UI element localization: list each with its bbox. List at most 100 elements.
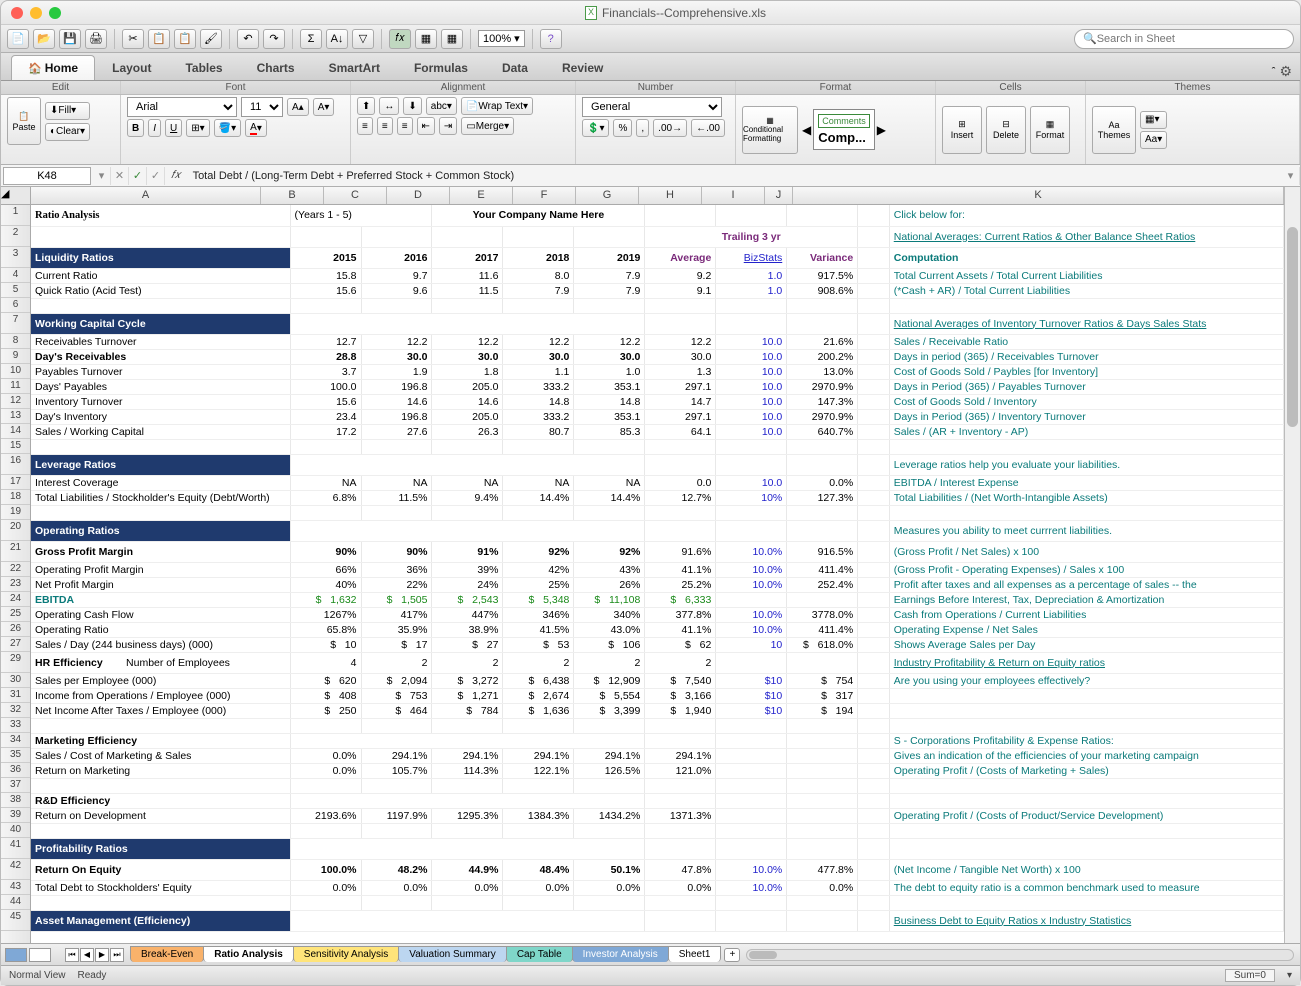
decrease-decimal-button[interactable]: ←.00 (691, 119, 725, 137)
col-header-K[interactable]: K (793, 187, 1284, 204)
conditional-formatting-button[interactable]: ▦Conditional Formatting (742, 106, 798, 154)
percent-button[interactable]: % (613, 119, 632, 137)
accept-formula-button[interactable]: ✓ (129, 167, 147, 185)
next-style-button[interactable]: ▶ (877, 123, 886, 137)
name-box[interactable]: K48 (3, 167, 91, 185)
fx-button[interactable]: 𝑓𝑥 (389, 29, 411, 49)
new-file-button[interactable]: 📄 (7, 29, 29, 49)
prev-sheet-button[interactable]: ◀ (80, 948, 94, 962)
next-sheet-button[interactable]: ▶ (95, 948, 109, 962)
grow-font-button[interactable]: A▴ (287, 98, 309, 116)
prev-style-button[interactable]: ◀ (802, 123, 811, 137)
row-header-25[interactable]: 25 (1, 607, 30, 622)
row-header-31[interactable]: 31 (1, 688, 30, 703)
row-header-2[interactable]: 2 (1, 226, 30, 247)
tab-smartart[interactable]: SmartArt (312, 55, 397, 80)
redo-button[interactable]: ↷ (263, 29, 285, 49)
format-painter-button[interactable]: 🖌 (200, 29, 222, 49)
decrease-indent-button[interactable]: ⇤ (417, 117, 435, 135)
paste-big-button[interactable]: 📋Paste (7, 97, 41, 145)
number-format-select[interactable]: General (582, 97, 722, 117)
orientation-button[interactable]: abc▾ (426, 97, 457, 115)
col-header-G[interactable]: G (576, 187, 639, 204)
tab-data[interactable]: Data (485, 55, 545, 80)
sheet-tab-ratio-analysis[interactable]: Ratio Analysis (203, 946, 294, 962)
help-button[interactable]: ? (540, 29, 562, 49)
row-header-5[interactable]: 5 (1, 283, 30, 298)
tab-review[interactable]: Review (545, 55, 620, 80)
hscroll-thumb[interactable] (749, 951, 777, 959)
row-header-9[interactable]: 9 (1, 349, 30, 364)
search-input[interactable] (1097, 33, 1285, 45)
themes-button[interactable]: AaThemes (1092, 106, 1136, 154)
normal-view-icon[interactable] (5, 948, 27, 962)
align-bottom-button[interactable]: ⬇ (403, 97, 421, 115)
row-header-3[interactable]: 3 (1, 247, 30, 268)
collapse-ribbon-button[interactable]: ˆ (1272, 66, 1276, 78)
row-header-11[interactable]: 11 (1, 379, 30, 394)
status-sum[interactable]: Sum=0 (1225, 969, 1275, 982)
search-box[interactable]: 🔍 (1074, 29, 1294, 49)
row-header-19[interactable]: 19 (1, 505, 30, 520)
paste-button[interactable]: 📋 (174, 29, 196, 49)
style-comments[interactable]: Comments (818, 114, 870, 128)
sheet-tab-break-even[interactable]: Break-Even (130, 946, 204, 962)
col-header-I[interactable]: I (702, 187, 765, 204)
autosum-button[interactable]: Σ (300, 29, 322, 49)
undo-button[interactable]: ↶ (237, 29, 259, 49)
row-header-8[interactable]: 8 (1, 334, 30, 349)
delete-cells-button[interactable]: ⊟Delete (986, 106, 1026, 154)
row-header-17[interactable]: 17 (1, 475, 30, 490)
tab-formulas[interactable]: Formulas (397, 55, 485, 80)
font-name-select[interactable]: Arial (127, 97, 237, 117)
print-button[interactable]: 🖨 (85, 29, 107, 49)
page-layout-view-icon[interactable] (29, 948, 51, 962)
row-header-26[interactable]: 26 (1, 622, 30, 637)
row-header-12[interactable]: 12 (1, 394, 30, 409)
tab-tables[interactable]: Tables (168, 55, 239, 80)
comma-button[interactable]: , (636, 119, 649, 137)
sheet-tab-investor[interactable]: Investor Analysis (572, 946, 669, 962)
insert-cells-button[interactable]: ⊞Insert (942, 106, 982, 154)
row-header-20[interactable]: 20 (1, 520, 30, 541)
namebox-dropdown[interactable]: ▾ (93, 167, 111, 185)
filter-button[interactable]: ▽ (352, 29, 374, 49)
insert-function-button[interactable]: ✓ (147, 167, 165, 185)
align-middle-button[interactable]: ↔ (379, 97, 399, 115)
cut-button[interactable]: ✂ (122, 29, 144, 49)
first-sheet-button[interactable]: ⏮ (65, 948, 79, 962)
row-header-24[interactable]: 24 (1, 592, 30, 607)
cell-grid[interactable]: Ratio Analysis(Years 1 - 5)Your Company … (31, 205, 1284, 943)
col-header-B[interactable]: B (261, 187, 324, 204)
row-header-22[interactable]: 22 (1, 562, 30, 577)
currency-button[interactable]: 💲▾ (582, 119, 609, 137)
row-header-21[interactable]: 21 (1, 541, 30, 562)
row-header-35[interactable]: 35 (1, 748, 30, 763)
expand-formula-bar[interactable]: ▾ (1282, 167, 1300, 185)
align-center-button[interactable]: ≡ (377, 117, 393, 135)
sheet-tab-sheet1[interactable]: Sheet1 (668, 946, 722, 962)
bold-button[interactable]: B (127, 119, 144, 137)
row-header-14[interactable]: 14 (1, 424, 30, 439)
row-header-34[interactable]: 34 (1, 733, 30, 748)
style-comp[interactable]: Comp... (818, 130, 870, 145)
horizontal-scrollbar[interactable] (746, 949, 1294, 961)
col-header-A[interactable]: A (31, 187, 261, 204)
theme-colors-button[interactable]: ▦▾ (1140, 111, 1167, 129)
row-header-23[interactable]: 23 (1, 577, 30, 592)
col-header-E[interactable]: E (450, 187, 513, 204)
row-header-43[interactable]: 43 (1, 880, 30, 895)
row-header-1[interactable]: 1 (1, 205, 30, 226)
row-header-45[interactable]: 45 (1, 910, 30, 931)
format-cells-button[interactable]: ▦Format (1030, 106, 1070, 154)
tab-charts[interactable]: Charts (240, 55, 312, 80)
row-header-38[interactable]: 38 (1, 793, 30, 808)
row-header-6[interactable]: 6 (1, 298, 30, 313)
group-button[interactable]: ▦ (441, 29, 463, 49)
sheet-tab-cap-table[interactable]: Cap Table (506, 946, 573, 962)
copy-button[interactable]: 📋 (148, 29, 170, 49)
close-window-button[interactable] (11, 7, 23, 19)
row-header-36[interactable]: 36 (1, 763, 30, 778)
row-header-29[interactable]: 29 (1, 652, 30, 673)
row-header-30[interactable]: 30 (1, 673, 30, 688)
